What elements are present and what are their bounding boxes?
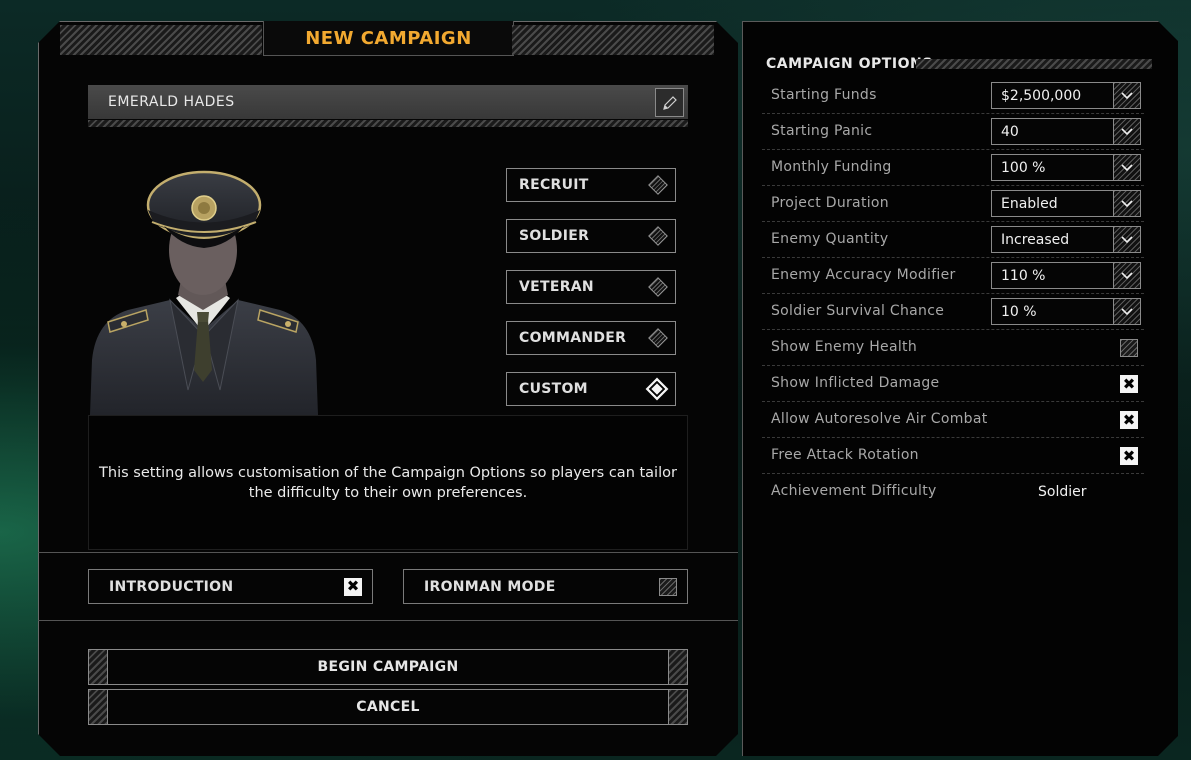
panel-header: NEW CAMPAIGN <box>38 21 738 56</box>
select-value: 110 % <box>1001 267 1046 284</box>
option-label: Free Attack Rotation <box>771 447 919 463</box>
chevron-down-icon[interactable] <box>1113 83 1140 108</box>
select-value: 40 <box>1001 123 1019 140</box>
option-row-starting-panic: Starting Panic 40 <box>762 114 1144 150</box>
divider <box>38 552 738 553</box>
option-label: Project Duration <box>771 195 889 211</box>
option-label: Achievement Difficulty <box>771 483 937 499</box>
checkbox-unchecked-icon[interactable] <box>659 577 677 596</box>
difficulty-description: This setting allows customisation of the… <box>88 415 688 550</box>
introduction-toggle[interactable]: INTRODUCTION ✖ <box>88 569 373 604</box>
diamond-icon <box>648 328 668 348</box>
page-title: NEW CAMPAIGN <box>263 21 514 56</box>
edit-name-button[interactable] <box>655 88 684 117</box>
begin-campaign-button[interactable]: BEGIN CAMPAIGN <box>88 649 688 685</box>
ironman-mode-label: IRONMAN MODE <box>424 578 556 595</box>
select-value: 10 % <box>1001 303 1037 320</box>
diamond-icon <box>648 277 668 297</box>
commander-portrait <box>90 170 318 415</box>
option-label: Soldier Survival Chance <box>771 303 945 319</box>
checkbox-unchecked-icon[interactable] <box>1120 339 1138 357</box>
diamond-selected-icon <box>645 377 669 401</box>
option-row-autoresolve-air: Allow Autoresolve Air Combat ✖ <box>762 402 1144 438</box>
checkbox-checked-icon[interactable]: ✖ <box>1120 447 1138 465</box>
cancel-label: CANCEL <box>356 699 420 715</box>
starting-funds-select[interactable]: $2,500,000 <box>991 82 1141 109</box>
select-value: $2,500,000 <box>1001 87 1082 104</box>
option-row-monthly-funding: Monthly Funding 100 % <box>762 150 1144 186</box>
select-value: 100 % <box>1001 159 1046 176</box>
cancel-button[interactable]: CANCEL <box>88 689 688 725</box>
button-cap-right <box>668 650 687 684</box>
header-hatch-left <box>60 25 262 55</box>
chevron-down-icon[interactable] <box>1113 191 1140 216</box>
difficulty-label: SOLDIER <box>519 228 590 244</box>
option-row-show-enemy-health: Show Enemy Health <box>762 330 1144 366</box>
option-label: Enemy Accuracy Modifier <box>771 267 956 283</box>
option-row-achievement-difficulty: Achievement Difficulty Soldier <box>762 474 1144 510</box>
commander-name-bar[interactable]: EMERALD HADES <box>88 85 688 119</box>
difficulty-soldier-button[interactable]: SOLDIER <box>506 219 676 253</box>
difficulty-label: VETERAN <box>519 279 594 295</box>
button-cap-right <box>668 690 687 724</box>
option-label: Show Enemy Health <box>771 339 918 355</box>
achievement-difficulty-value: Soldier <box>1038 484 1087 500</box>
option-label: Monthly Funding <box>771 159 892 175</box>
enemy-accuracy-select[interactable]: 110 % <box>991 262 1141 289</box>
name-bar-underline <box>88 120 688 127</box>
pencil-icon <box>662 95 677 110</box>
title-hatch <box>916 59 1152 69</box>
checkbox-checked-icon[interactable]: ✖ <box>1120 411 1138 429</box>
option-row-free-attack-rotation: Free Attack Rotation ✖ <box>762 438 1144 474</box>
checkbox-checked-icon[interactable]: ✖ <box>344 577 362 596</box>
difficulty-custom-button[interactable]: CUSTOM <box>506 372 676 406</box>
header-hatch-right <box>512 25 714 55</box>
select-value: Increased <box>1001 231 1070 248</box>
starting-panic-select[interactable]: 40 <box>991 118 1141 145</box>
option-row-project-duration: Project Duration Enabled <box>762 186 1144 222</box>
introduction-label: INTRODUCTION <box>109 578 234 595</box>
option-row-starting-funds: Starting Funds $2,500,000 <box>762 78 1144 114</box>
difficulty-recruit-button[interactable]: RECRUIT <box>506 168 676 202</box>
divider <box>38 620 738 621</box>
soldier-survival-select[interactable]: 10 % <box>991 298 1141 325</box>
option-row-show-inflicted-damage: Show Inflicted Damage ✖ <box>762 366 1144 402</box>
difficulty-label: COMMANDER <box>519 330 627 346</box>
ironman-mode-toggle[interactable]: IRONMAN MODE <box>403 569 688 604</box>
option-row-enemy-quantity: Enemy Quantity Increased <box>762 222 1144 258</box>
chevron-down-icon[interactable] <box>1113 119 1140 144</box>
button-cap-left <box>89 690 108 724</box>
commander-name: EMERALD HADES <box>108 94 235 110</box>
select-value: Enabled <box>1001 195 1058 212</box>
option-label: Starting Panic <box>771 123 873 139</box>
option-label: Allow Autoresolve Air Combat <box>771 411 988 427</box>
difficulty-commander-button[interactable]: COMMANDER <box>506 321 676 355</box>
option-label: Show Inflicted Damage <box>771 375 940 391</box>
diamond-icon <box>648 226 668 246</box>
chevron-down-icon[interactable] <box>1113 155 1140 180</box>
monthly-funding-select[interactable]: 100 % <box>991 154 1141 181</box>
difficulty-description-text: This setting allows customisation of the… <box>99 464 677 501</box>
checkbox-checked-icon[interactable]: ✖ <box>1120 375 1138 393</box>
begin-campaign-label: BEGIN CAMPAIGN <box>317 659 459 675</box>
chevron-down-icon[interactable] <box>1113 263 1140 288</box>
button-cap-left <box>89 650 108 684</box>
chevron-down-icon[interactable] <box>1113 299 1140 324</box>
difficulty-veteran-button[interactable]: VETERAN <box>506 270 676 304</box>
difficulty-label: RECRUIT <box>519 177 589 193</box>
enemy-quantity-select[interactable]: Increased <box>991 226 1141 253</box>
project-duration-select[interactable]: Enabled <box>991 190 1141 217</box>
chevron-down-icon[interactable] <box>1113 227 1140 252</box>
diamond-icon <box>648 175 668 195</box>
option-label: Enemy Quantity <box>771 231 889 247</box>
campaign-options-title: CAMPAIGN OPTIONS <box>766 56 933 72</box>
option-row-enemy-accuracy: Enemy Accuracy Modifier 110 % <box>762 258 1144 294</box>
option-row-soldier-survival: Soldier Survival Chance 10 % <box>762 294 1144 330</box>
option-label: Starting Funds <box>771 87 877 103</box>
difficulty-label: CUSTOM <box>519 381 588 397</box>
